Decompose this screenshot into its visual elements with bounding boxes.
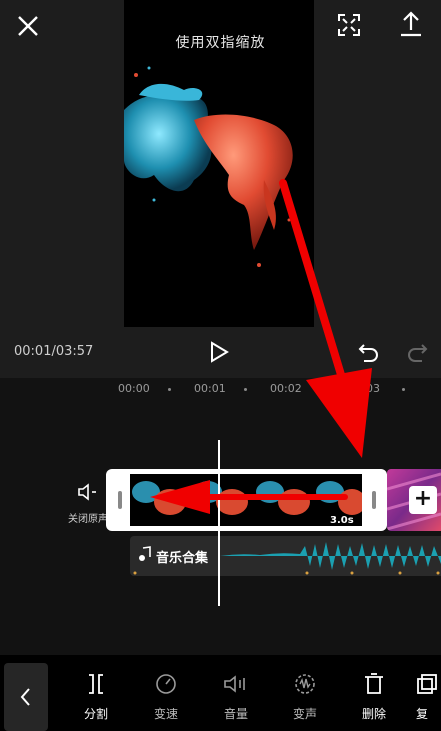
delete-button[interactable]: 删除 [351,673,397,722]
split-icon [89,674,103,694]
ruler-tick: 00:01 [194,382,226,395]
add-clip-button[interactable]: + [409,486,437,514]
ruler-tick: 00:02 [270,382,302,395]
clip-trim-handle-right[interactable] [372,491,376,509]
pinch-zoom-hint: 使用双指缩放 [175,35,266,51]
copy-button[interactable]: 复 [416,673,441,722]
volume-label: 音量 [223,707,248,721]
speed-icon [156,674,176,694]
volume-icon [224,675,245,693]
clip-trim-handle-left[interactable] [118,491,122,509]
clip-thumbnails [130,474,362,526]
copy-icon [417,674,437,694]
ruler-dot [322,388,325,391]
play-icon[interactable] [208,340,230,364]
preview-area: 使用双指缩放 00:01/03:57 [0,0,441,378]
split-label: 分割 [83,707,108,721]
split-button[interactable]: 分割 [73,673,119,722]
audio-track-label: 音乐合集 [156,551,209,566]
clip-duration: 3.0s [330,515,354,526]
fullscreen-icon[interactable] [336,12,362,38]
time-ruler: 00:00 00:01 00:02 03 [0,378,441,400]
redo-icon[interactable] [406,340,430,364]
back-button[interactable] [4,663,48,731]
voice-change-label: 变声 [292,707,317,721]
clip-thumbnail-strip [130,474,362,526]
ruler-tick: 00:00 [118,382,150,395]
video-editor-screen: 使用双指缩放 00:01/03:57 00:00 00:01 00:02 03 … [0,0,441,731]
chevron-left-icon [20,688,30,706]
voice-change-button[interactable]: 变声 [282,673,328,722]
undo-icon[interactable] [356,340,380,364]
ruler-dot [402,388,405,391]
delete-icon [365,673,383,694]
music-note-icon [139,546,151,561]
ruler-dot [168,388,171,391]
speaker-icon [78,483,96,501]
audio-track[interactable]: 音乐合集 [130,536,441,576]
time-readout: 00:01/03:57 [14,344,94,359]
volume-button[interactable]: 音量 [213,673,259,722]
timeline[interactable]: 00:00 00:01 00:02 03 关闭原声 3.0s + 音乐合集 [0,378,441,655]
export-icon[interactable] [398,10,424,38]
playhead[interactable] [218,440,220,606]
voice-change-icon [295,674,315,694]
copy-label: 复 [416,707,429,721]
ruler-dot [244,388,247,391]
speed-button[interactable]: 变速 [143,673,189,722]
bottom-toolbar: 分割 变速 音量 变声 删除 复 [0,655,441,731]
speed-label: 变速 [153,707,178,721]
ruler-tick: 03 [366,382,380,395]
delete-label: 删除 [361,707,386,721]
